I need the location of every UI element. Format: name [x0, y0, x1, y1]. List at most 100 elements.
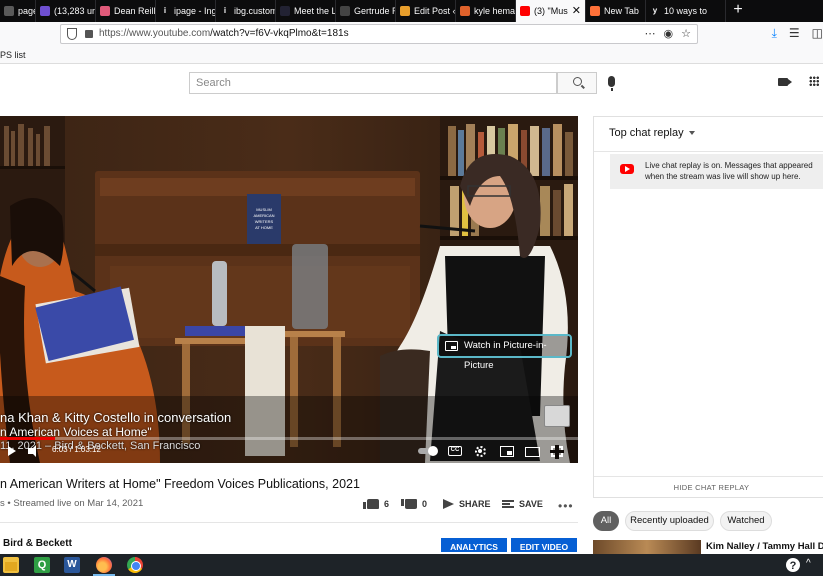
save-button[interactable]: SAVE [502, 499, 543, 509]
fullscreen-icon[interactable] [550, 445, 564, 459]
search-input[interactable]: Search [189, 72, 557, 94]
save-label: SAVE [519, 499, 543, 509]
svg-text:AT HOME: AT HOME [255, 225, 273, 230]
analytics-button[interactable]: ANALYTICS [441, 538, 507, 552]
create-video-icon[interactable] [778, 78, 792, 86]
bookmark-item[interactable]: PS list [0, 50, 26, 60]
browser-tab[interactable]: Gertrude Ra [336, 0, 396, 22]
browser-tab[interactable]: (3) "Mus ✕ [516, 0, 586, 22]
subtitles-icon[interactable]: CC [448, 446, 462, 456]
divider [0, 522, 578, 523]
sidebar-icon[interactable]: ◫ [812, 26, 823, 41]
url-bar[interactable]: https://www.youtube.com/watch?v=f6V-vkqP… [60, 24, 698, 44]
tab-favicon-icon [4, 6, 14, 16]
play-icon[interactable] [8, 446, 16, 456]
tab-favicon-icon [100, 6, 110, 16]
os-taskbar: Q W ? ^ [0, 554, 823, 576]
settings-gear-icon[interactable] [475, 446, 486, 457]
browser-tab[interactable]: kyle heman [456, 0, 516, 22]
video-meta: s • Streamed live on Mar 14, 2021 [0, 498, 144, 509]
file-explorer-icon[interactable] [3, 557, 19, 573]
browser-tab-label: Gertrude Ra [354, 6, 395, 16]
browser-tab[interactable]: (13,283 unre [36, 0, 96, 22]
like-count: 6 [384, 499, 390, 509]
more-actions-icon[interactable]: ••• [558, 499, 574, 513]
tab-favicon-icon: y [652, 6, 658, 15]
share-button[interactable]: SHARE [443, 499, 491, 509]
bookmarks-bar: PS list [0, 46, 823, 64]
nav-bar: https://www.youtube.com/watch?v=f6V-vkqP… [0, 22, 823, 46]
volume-icon[interactable] [28, 445, 36, 457]
picture-in-picture-button[interactable]: Watch in Picture-in-Picture [437, 334, 572, 371]
thumbs-down-icon [405, 499, 417, 509]
tray-chevron-icon[interactable]: ^ [806, 558, 811, 569]
video-caption-line: na Khan & Kitty Costello in conversation [0, 410, 232, 425]
browser-tab[interactable]: y 10 ways to [646, 0, 726, 22]
browser-tab[interactable]: page - View [0, 0, 36, 22]
apps-grid-icon[interactable] [809, 76, 819, 86]
page-actions-icon[interactable]: ⋯ [645, 27, 656, 40]
microphone-icon[interactable] [608, 76, 615, 91]
tab-favicon-icon [280, 6, 290, 16]
hide-chat-replay-button[interactable]: HIDE CHAT REPLAY [594, 483, 823, 492]
browser-tab-label: Dean Reilly, [114, 6, 156, 16]
svg-text:MUSLIM: MUSLIM [256, 207, 272, 212]
dislike-button[interactable]: 0 [405, 499, 427, 509]
chrome-app-icon[interactable] [127, 557, 143, 573]
divider [594, 151, 823, 152]
related-video-title[interactable]: Kim Nalley / Tammy Hall Duo [706, 541, 823, 552]
browser-tab[interactable]: Edit Post ‹ B [396, 0, 456, 22]
browser-tab-label: (13,283 unre [54, 6, 95, 16]
youtube-logo-icon [620, 164, 634, 174]
svg-text:AMERICAN: AMERICAN [253, 213, 274, 218]
autoplay-toggle[interactable] [418, 446, 438, 456]
miniplayer-icon[interactable] [500, 446, 514, 457]
close-tab-icon[interactable]: ✕ [572, 0, 581, 22]
thumbs-up-icon [363, 499, 379, 509]
like-button[interactable]: 6 [363, 499, 390, 509]
library-icon[interactable]: ☰ [789, 26, 800, 41]
chat-mode-label: Top chat replay [609, 127, 684, 139]
tab-favicon-icon: i [163, 6, 167, 15]
chip-recently-uploaded[interactable]: Recently uploaded [625, 511, 714, 531]
browser-tab[interactable]: Meet the Le [276, 0, 336, 22]
browser-tab[interactable]: New Tab [586, 0, 646, 22]
tab-strip: page - View (13,283 unre Dean Reilly, iipag… [0, 0, 823, 22]
chat-mode-dropdown[interactable]: Top chat replay [609, 127, 695, 139]
search-button[interactable] [557, 72, 597, 94]
bookmark-star-icon[interactable]: ☆ [681, 27, 691, 40]
word-app-icon[interactable]: W [64, 557, 80, 573]
tracking-shield-icon[interactable] [67, 28, 77, 40]
chip-all[interactable]: All [593, 511, 619, 531]
browser-tab[interactable]: i ipage - Inge [156, 0, 216, 22]
video-player[interactable]: MUSLIM AMERICAN WRITERS AT HOME na Khan … [0, 116, 578, 463]
chat-replay-notice-text: Live chat replay is on. Messages that ap… [645, 161, 813, 181]
video-title: n American Writers at Home" Freedom Voic… [0, 477, 360, 491]
edit-video-button[interactable]: EDIT VIDEO [511, 538, 577, 552]
svg-text:WRITERS: WRITERS [255, 219, 274, 224]
new-tab-button[interactable]: + [726, 0, 750, 22]
tab-favicon-icon [400, 6, 410, 16]
theater-mode-icon[interactable] [525, 447, 540, 457]
browser-tab[interactable]: Dean Reilly, [96, 0, 156, 22]
firefox-app-icon[interactable] [96, 557, 112, 573]
browser-tab-label: page - View [18, 6, 35, 16]
quicken-app-icon[interactable]: Q [34, 557, 50, 573]
channel-watermark-icon[interactable] [544, 405, 570, 427]
lock-icon[interactable] [85, 30, 93, 38]
browser-tab-label: ibg.custome [234, 6, 275, 16]
dislike-count: 0 [422, 499, 428, 509]
chip-watched[interactable]: Watched [720, 511, 772, 531]
downloads-icon[interactable]: ⤓ [772, 26, 777, 41]
browser-tab[interactable]: i ibg.custome [216, 0, 276, 22]
browser-tab-label: (3) "Mus [534, 6, 568, 16]
pocket-icon[interactable]: ◉ [664, 27, 674, 40]
caret-down-icon [688, 131, 695, 136]
channel-name[interactable]: Bird & Beckett [3, 538, 72, 549]
browser-tab-label: Meet the Le [294, 6, 335, 16]
search-icon [573, 77, 582, 86]
chat-replay-notice: Live chat replay is on. Messages that ap… [610, 154, 823, 189]
help-icon[interactable]: ? [786, 558, 800, 572]
divider [594, 476, 823, 477]
related-video-thumbnail[interactable] [593, 540, 701, 554]
